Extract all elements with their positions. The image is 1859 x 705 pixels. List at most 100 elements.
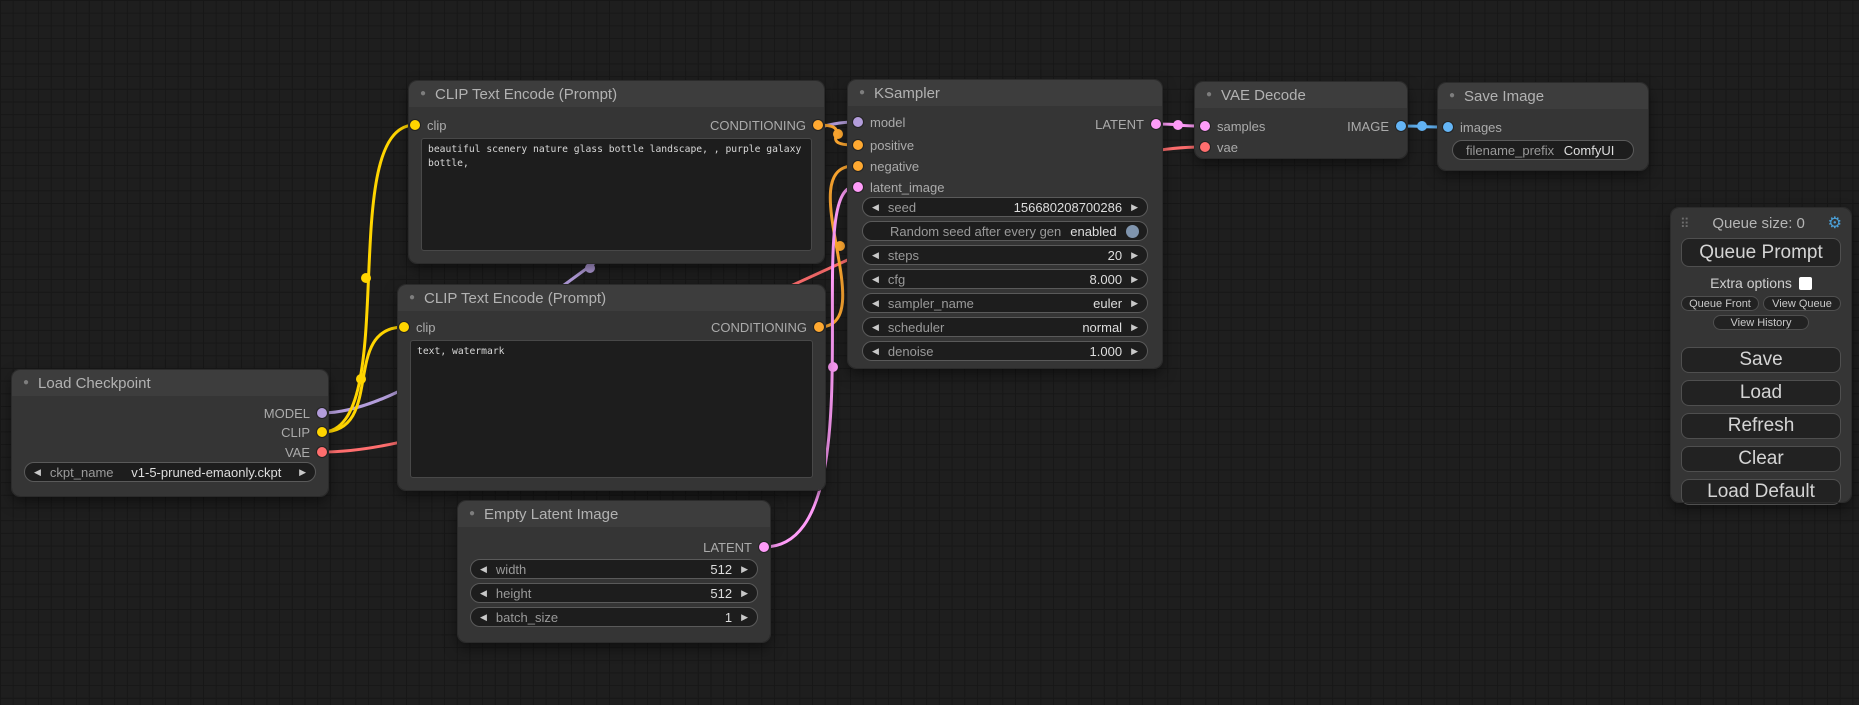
input-clip-label: clip	[416, 320, 436, 335]
widget-random-seed[interactable]: Random seed after every gen enabled	[862, 221, 1148, 241]
node-vae-decode[interactable]: ● VAE Decode samples vae IMAGE	[1195, 82, 1407, 158]
node-title-bar[interactable]: ● CLIP Text Encode (Prompt)	[398, 285, 825, 311]
load-default-button[interactable]: Load Default	[1681, 479, 1841, 505]
widget-height[interactable]: ◀ height 512 ▶	[470, 583, 758, 603]
conditioning-output-port[interactable]	[814, 322, 824, 332]
save-button[interactable]: Save	[1681, 347, 1841, 373]
steps-increment-icon[interactable]: ▶	[1131, 251, 1138, 260]
output-latent: LATENT	[703, 537, 769, 557]
node-title: VAE Decode	[1221, 87, 1306, 104]
collapse-dot-icon[interactable]: ●	[23, 378, 29, 388]
view-queue-button[interactable]: View Queue	[1763, 296, 1841, 311]
node-load-checkpoint[interactable]: ● Load Checkpoint MODEL CLIP VAE ◀ ckpt_…	[12, 370, 328, 496]
clip-output-port[interactable]	[317, 427, 327, 437]
widget-steps[interactable]: ◀ steps 20 ▶	[862, 245, 1148, 265]
positive-prompt-textarea[interactable]: beautiful scenery nature glass bottle la…	[421, 138, 812, 251]
output-model-label: MODEL	[264, 406, 310, 421]
widget-value: 512	[540, 586, 732, 601]
batch-size-increment-icon[interactable]: ▶	[741, 613, 748, 622]
collapse-dot-icon[interactable]: ●	[409, 293, 415, 303]
widget-scheduler[interactable]: ◀ scheduler normal ▶	[862, 317, 1148, 337]
samples-input-port[interactable]	[1200, 121, 1210, 131]
image-output-port[interactable]	[1396, 121, 1406, 131]
batch-size-decrement-icon[interactable]: ◀	[480, 613, 487, 622]
sampler-prev-icon[interactable]: ◀	[872, 299, 879, 308]
seed-decrement-icon[interactable]: ◀	[872, 203, 879, 212]
widget-cfg[interactable]: ◀ cfg 8.000 ▶	[862, 269, 1148, 289]
extra-options-row: Extra options	[1671, 275, 1851, 291]
negative-input-port[interactable]	[853, 161, 863, 171]
clip-input-port[interactable]	[410, 120, 420, 130]
queue-front-button[interactable]: Queue Front	[1681, 296, 1759, 311]
height-decrement-icon[interactable]: ◀	[480, 589, 487, 598]
settings-gear-icon[interactable]: ⚙	[1828, 216, 1842, 232]
widget-label: scheduler	[888, 320, 944, 335]
node-title-bar[interactable]: ● Empty Latent Image	[458, 501, 770, 527]
conditioning-output-port[interactable]	[813, 120, 823, 130]
steps-decrement-icon[interactable]: ◀	[872, 251, 879, 260]
view-history-button[interactable]: View History	[1713, 315, 1809, 330]
node-save-image[interactable]: ● Save Image images filename_prefix Comf…	[1438, 83, 1648, 170]
queue-prompt-button[interactable]: Queue Prompt	[1681, 238, 1841, 267]
node-empty-latent-image[interactable]: ● Empty Latent Image LATENT ◀ width 512 …	[458, 501, 770, 642]
random-seed-toggle[interactable]	[1126, 225, 1139, 238]
latent-output-port[interactable]	[759, 542, 769, 552]
extra-options-label: Extra options	[1710, 275, 1792, 291]
latent-output-port[interactable]	[1151, 119, 1161, 129]
widget-batch-size[interactable]: ◀ batch_size 1 ▶	[470, 607, 758, 627]
node-ksampler[interactable]: ● KSampler model positive negative laten…	[848, 80, 1162, 368]
node-title-bar[interactable]: ● Save Image	[1438, 83, 1648, 109]
cfg-increment-icon[interactable]: ▶	[1131, 275, 1138, 284]
negative-prompt-textarea[interactable]: text, watermark	[410, 340, 813, 478]
widget-width[interactable]: ◀ width 512 ▶	[470, 559, 758, 579]
node-clip-text-encode-positive[interactable]: ● CLIP Text Encode (Prompt) clip CONDITI…	[409, 81, 824, 263]
denoise-decrement-icon[interactable]: ◀	[872, 347, 879, 356]
node-title-bar[interactable]: ● VAE Decode	[1195, 82, 1407, 108]
denoise-increment-icon[interactable]: ▶	[1131, 347, 1138, 356]
scheduler-next-icon[interactable]: ▶	[1131, 323, 1138, 332]
collapse-dot-icon[interactable]: ●	[469, 509, 475, 519]
node-title-bar[interactable]: ● CLIP Text Encode (Prompt)	[409, 81, 824, 107]
link-negative-conditioning-dot	[835, 241, 845, 251]
widget-label: Random seed after every gen	[890, 224, 1061, 239]
images-input-port[interactable]	[1443, 122, 1453, 132]
widget-value: ComfyUI	[1563, 143, 1615, 158]
cfg-decrement-icon[interactable]: ◀	[872, 275, 879, 284]
widget-denoise[interactable]: ◀ denoise 1.000 ▶	[862, 341, 1148, 361]
ckpt-prev-arrow-icon[interactable]: ◀	[34, 468, 41, 477]
latent-image-input-port[interactable]	[853, 182, 863, 192]
widget-filename-prefix[interactable]: filename_prefix ComfyUI	[1452, 140, 1634, 160]
load-button[interactable]: Load	[1681, 380, 1841, 406]
width-decrement-icon[interactable]: ◀	[480, 565, 487, 574]
height-increment-icon[interactable]: ▶	[741, 589, 748, 598]
input-negative: negative	[853, 156, 919, 176]
vae-output-port[interactable]	[317, 447, 327, 457]
refresh-button[interactable]: Refresh	[1681, 413, 1841, 439]
sampler-next-icon[interactable]: ▶	[1131, 299, 1138, 308]
widget-value: 1	[567, 610, 732, 625]
drag-handle-icon[interactable]: ⠿	[1680, 217, 1690, 230]
clear-button[interactable]: Clear	[1681, 446, 1841, 472]
positive-input-port[interactable]	[853, 140, 863, 150]
collapse-dot-icon[interactable]: ●	[1449, 91, 1455, 101]
widget-value: euler	[983, 296, 1122, 311]
widget-ckpt-name[interactable]: ◀ ckpt_name v1-5-pruned-emaonly.ckpt ▶	[24, 462, 316, 482]
collapse-dot-icon[interactable]: ●	[1206, 90, 1212, 100]
node-title-bar[interactable]: ● Load Checkpoint	[12, 370, 328, 396]
output-image: IMAGE	[1347, 116, 1406, 136]
model-output-port[interactable]	[317, 408, 327, 418]
node-clip-text-encode-negative[interactable]: ● CLIP Text Encode (Prompt) clip CONDITI…	[398, 285, 825, 490]
extra-options-checkbox[interactable]	[1799, 277, 1812, 290]
scheduler-prev-icon[interactable]: ◀	[872, 323, 879, 332]
vae-input-port[interactable]	[1200, 142, 1210, 152]
node-title-bar[interactable]: ● KSampler	[848, 80, 1162, 106]
collapse-dot-icon[interactable]: ●	[859, 88, 865, 98]
collapse-dot-icon[interactable]: ●	[420, 89, 426, 99]
widget-sampler-name[interactable]: ◀ sampler_name euler ▶	[862, 293, 1148, 313]
seed-increment-icon[interactable]: ▶	[1131, 203, 1138, 212]
widget-seed[interactable]: ◀ seed 156680208700286 ▶	[862, 197, 1148, 217]
ckpt-next-arrow-icon[interactable]: ▶	[299, 468, 306, 477]
model-input-port[interactable]	[853, 117, 863, 127]
width-increment-icon[interactable]: ▶	[741, 565, 748, 574]
clip-input-port[interactable]	[399, 322, 409, 332]
